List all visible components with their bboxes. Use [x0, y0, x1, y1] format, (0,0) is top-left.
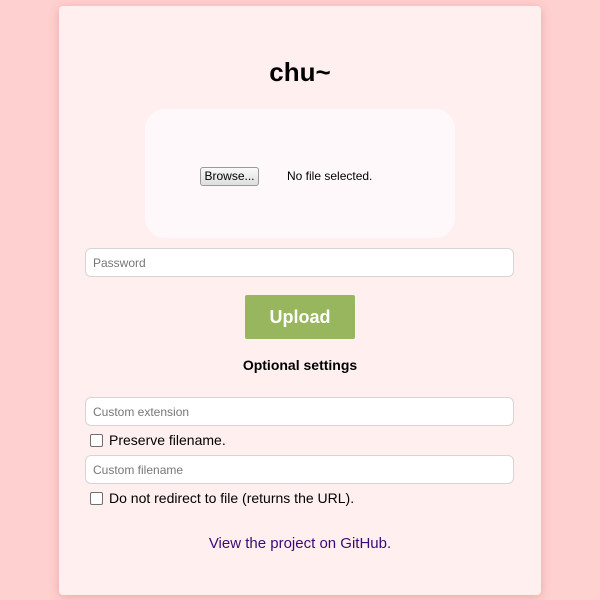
- browse-button[interactable]: Browse...: [200, 167, 259, 186]
- upload-button[interactable]: Upload: [245, 295, 355, 339]
- no-redirect-checkbox[interactable]: [90, 491, 103, 505]
- optional-settings-heading: Optional settings: [242, 357, 358, 373]
- custom-extension-input[interactable]: [85, 397, 514, 426]
- password-input[interactable]: [85, 248, 514, 277]
- custom-filename-input[interactable]: [85, 455, 514, 484]
- no-redirect-label[interactable]: Do not redirect to file (returns the URL…: [109, 490, 354, 506]
- file-status-text: No file selected.: [287, 169, 373, 183]
- preserve-filename-checkbox[interactable]: [90, 433, 103, 447]
- github-project-link[interactable]: View the project on GitHub.: [59, 535, 541, 552]
- preserve-filename-row[interactable]: Preserve filename.: [90, 431, 226, 449]
- file-dropzone[interactable]: Browse... No file selected.: [145, 109, 455, 238]
- no-redirect-row[interactable]: Do not redirect to file (returns the URL…: [90, 489, 354, 507]
- upload-card: chu~ Browse... No file selected. Upload …: [59, 6, 541, 595]
- preserve-filename-label[interactable]: Preserve filename.: [109, 432, 226, 448]
- app-title: chu~: [269, 57, 331, 87]
